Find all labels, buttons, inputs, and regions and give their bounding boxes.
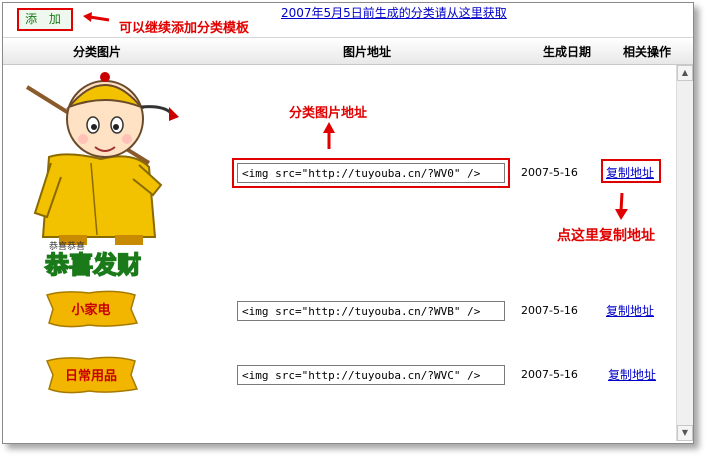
category-tag-image: 日常用品 <box>45 356 139 394</box>
header-actions: 相关操作 <box>623 45 672 59</box>
header-image: 分类图片 <box>73 45 122 59</box>
vertical-scrollbar[interactable]: ▲ ▼ <box>676 65 693 441</box>
arrow-up-icon <box>323 122 335 149</box>
toolbar: 添 加 可以继续添加分类模板 2007年5月5日前生成的分类请从这里获取 <box>3 3 693 37</box>
image-url-field[interactable]: <img src="http://tuyouba.cn/?WVC" /> <box>237 365 505 385</box>
chevron-up-icon: ▲ <box>681 68 689 77</box>
row-date: 2007-5-16 <box>521 166 578 179</box>
scroll-down-button[interactable]: ▼ <box>677 425 693 441</box>
arrow-down-icon <box>615 192 628 220</box>
add-hint-annotation: 可以继续添加分类模板 <box>119 21 250 36</box>
row-date: 2007-5-16 <box>521 368 578 381</box>
mascot-image: 恭喜恭喜 恭喜发财 <box>25 72 179 279</box>
archive-link[interactable]: 2007年5月5日前生成的分类请从这里获取 <box>281 4 507 21</box>
category-tag-label: 日常用品 <box>65 368 117 384</box>
header-url: 图片地址 <box>343 45 392 59</box>
arrow-left-icon <box>83 12 110 22</box>
add-button[interactable]: 添 加 <box>17 8 73 31</box>
scroll-up-button[interactable]: ▲ <box>677 65 693 81</box>
copy-address-link[interactable]: 复制地址 <box>606 302 654 319</box>
copy-hint-annotation: 点这里复制地址 <box>557 228 655 244</box>
copy-address-link[interactable]: 复制地址 <box>608 366 656 383</box>
image-url-field[interactable]: <img src="http://tuyouba.cn/?WV0" /> <box>237 163 505 183</box>
chevron-down-icon: ▼ <box>681 428 689 437</box>
app-window: 添 加 可以继续添加分类模板 2007年5月5日前生成的分类请从这里获取 分类图… <box>2 2 694 444</box>
image-url-annotation: 分类图片地址 <box>289 106 368 121</box>
table-header: 分类图片 图片地址 生成日期 相关操作 <box>3 37 693 65</box>
mascot-label: 恭喜发财 <box>44 251 141 279</box>
category-tag-image: 小家电 <box>45 290 139 328</box>
row-date: 2007-5-16 <box>521 304 578 317</box>
header-date: 生成日期 <box>543 45 592 59</box>
image-url-field[interactable]: <img src="http://tuyouba.cn/?WVB" /> <box>237 301 505 321</box>
copy-address-link[interactable]: 复制地址 <box>606 164 654 181</box>
category-list: 分类图片地址 恭喜恭喜 恭喜发财 <img src="http://tuyoub… <box>3 65 675 443</box>
category-tag-label: 小家电 <box>71 302 110 318</box>
